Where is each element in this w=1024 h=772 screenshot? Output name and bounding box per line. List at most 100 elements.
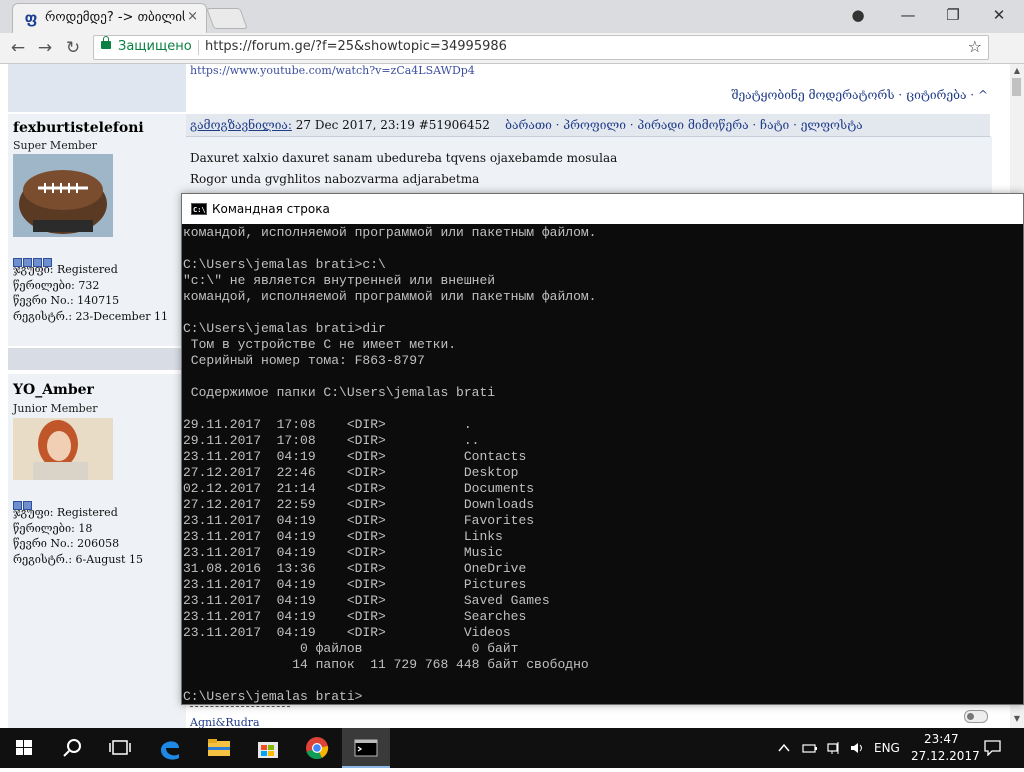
cmd-line: C:\Users\jemalas brati>dir (183, 321, 386, 336)
post-id[interactable]: #51906452 (419, 118, 490, 132)
cmd-icon (354, 739, 378, 757)
language-indicator[interactable]: ENG (874, 741, 900, 755)
tab-forum[interactable]: ფ როდემდე? -> თბილის × (12, 3, 207, 33)
task-view-icon (109, 740, 131, 755)
signature-divider (190, 706, 290, 707)
cmd-line: 23.11.2017 04:19 <DIR> Contacts (183, 449, 527, 464)
store-button[interactable] (244, 728, 292, 768)
prev-post-actions[interactable]: შეატყობინე მოდერატორს · ციტირება · ^ (731, 88, 988, 102)
cmd-line: 27.12.2017 22:59 <DIR> Downloads (183, 497, 535, 512)
taskbar: ENG 23:47 27.12.2017 (0, 728, 1024, 768)
cmd-line: C:\Users\jemalas brati>c:\ (183, 257, 386, 272)
cmd-taskbar-button[interactable] (342, 728, 390, 768)
clock-date[interactable]: 27.12.2017 (911, 749, 980, 763)
cmd-line: 02.12.2017 21:14 <DIR> Documents (183, 481, 535, 496)
browser-toolbar: ← → ↻ Защищено https://forum.ge/?f=25&sh… (0, 33, 1024, 64)
notifications-icon[interactable] (984, 740, 1002, 756)
chrome-icon (306, 737, 329, 760)
cmd-line: 23.11.2017 04:19 <DIR> Videos (183, 625, 511, 640)
youtube-link[interactable]: https://www.youtube.com/watch?v=zCa4LSAW… (190, 64, 475, 77)
cmd-line: 31.08.2016 13:36 <DIR> OneDrive (183, 561, 527, 576)
cmd-window[interactable]: C:\ Командная строка командой, исполняем… (181, 193, 1024, 705)
secure-label: Защищено (118, 39, 192, 54)
edge-icon (161, 741, 179, 760)
volume-icon[interactable] (849, 740, 865, 756)
cmd-line: 0 файлов 0 байт (183, 641, 519, 656)
prev-post-left (8, 64, 186, 112)
new-tab-button[interactable] (206, 8, 248, 29)
profile-icon[interactable]: ● (840, 3, 876, 27)
scroll-down-icon[interactable]: ▼ (1010, 712, 1024, 726)
tab-close-icon[interactable]: × (187, 9, 198, 24)
start-button[interactable] (0, 728, 48, 768)
chevron-up-icon[interactable] (777, 741, 791, 755)
cmd-line: Том в устройстве C не имеет метки. (183, 337, 457, 352)
cmd-line: Серийный номер тома: F863-8797 (183, 353, 425, 368)
battery-icon[interactable] (802, 740, 818, 756)
scroll-thumb[interactable] (1012, 78, 1021, 96)
meta-registered: რეგისტრ.: 23-December 11 (13, 309, 168, 323)
cmd-line: 23.11.2017 04:19 <DIR> Favorites (183, 513, 535, 528)
tab-strip: ფ როდემდე? -> თბილის × ● — ❐ ✕ (0, 0, 1024, 33)
toggle-switch[interactable] (964, 710, 988, 723)
task-view-button[interactable] (96, 728, 144, 768)
cmd-output[interactable]: командой, исполняемой программой или пак… (182, 225, 1023, 704)
meta-posts: წერილები: 732 (13, 278, 100, 292)
cmd-line: C:\Users\jemalas brati> (183, 689, 363, 704)
post-text-line: Daxuret xalxio daxuret sanam ubedureba t… (190, 151, 618, 165)
minimize-button[interactable]: — (890, 3, 926, 27)
cmd-line: 14 папок 11 729 768 448 байт свободно (183, 657, 589, 672)
post-author-meta: ჯგუფი: Registered წერილები: 732 წევრი No… (13, 262, 168, 324)
windows-logo-icon (16, 740, 32, 755)
cmd-line: 29.11.2017 17:08 <DIR> .. (183, 433, 480, 448)
favicon-icon: ფ (24, 9, 38, 27)
search-icon (63, 739, 81, 757)
divider (198, 40, 199, 55)
meta-member-no: წევრი No.: 206058 (13, 537, 120, 550)
url-text[interactable]: https://forum.ge/?f=25&showtopic=3499598… (205, 39, 507, 54)
post-header-text: გამოგზავნილია: 27 Dec 2017, 23:19 #51906… (190, 118, 863, 132)
store-icon (258, 742, 278, 758)
avatar (13, 154, 113, 237)
meta-member-no: წევრი No.: 140715 (13, 294, 120, 307)
post-author-rank: Super Member (13, 139, 97, 152)
cmd-line: командой, исполняемой программой или пак… (183, 225, 597, 240)
post-date-label[interactable]: გამოგზავნილია: (190, 118, 292, 132)
scroll-up-icon[interactable]: ▲ (1010, 64, 1024, 78)
chrome-button[interactable] (293, 728, 341, 768)
post-text-line: Rogor unda gvghlitos nabozvarma adjarabe… (190, 172, 480, 186)
tab-title: როდემდე? -> თბილის (45, 10, 185, 25)
post-footer-bar (8, 348, 186, 370)
cmd-line: 23.11.2017 04:19 <DIR> Saved Games (183, 593, 550, 608)
post-author[interactable]: fexburtistelefoni (13, 120, 144, 136)
cmd-line: 23.11.2017 04:19 <DIR> Music (183, 545, 503, 560)
avatar (13, 418, 113, 480)
cmd-titlebar[interactable]: C:\ Командная строка (182, 194, 1023, 224)
meta-registered: რეგისტრ.: 6-August 15 (13, 552, 143, 566)
post-user-links[interactable]: ბარათი · პროფილი · პირადი მიმოწერა · ჩატ… (505, 118, 863, 132)
file-explorer-button[interactable] (195, 728, 243, 768)
edge-button[interactable] (146, 728, 194, 768)
bookmark-star-icon[interactable]: ☆ (968, 37, 982, 56)
file-explorer-icon (208, 739, 230, 756)
post-author[interactable]: YO_Amber (13, 382, 94, 398)
post-author-meta: ჯგუფი: Registered წერილები: 18 წევრი No.… (13, 505, 143, 567)
cmd-icon: C:\ (191, 203, 207, 215)
meta-group: ჯგუფი: Registered (13, 506, 118, 519)
forward-icon[interactable]: → (33, 36, 57, 60)
search-button[interactable] (48, 728, 96, 768)
cmd-line: 23.11.2017 04:19 <DIR> Searches (183, 609, 527, 624)
cmd-line: Содержимое папки C:\Users\jemalas brati (183, 385, 496, 400)
cmd-line: 23.11.2017 04:19 <DIR> Pictures (183, 577, 527, 592)
restore-button[interactable]: ❐ (935, 3, 971, 27)
close-button[interactable]: ✕ (981, 3, 1017, 27)
back-icon[interactable]: ← (6, 36, 30, 60)
network-icon[interactable] (826, 740, 842, 756)
address-bar[interactable]: Защищено https://forum.ge/?f=25&showtopi… (93, 35, 989, 60)
post-author-rank: Junior Member (13, 402, 98, 415)
clock-time[interactable]: 23:47 (924, 732, 959, 746)
meta-posts: წერილები: 18 (13, 521, 93, 535)
cmd-line: командой, исполняемой программой или пак… (183, 289, 597, 304)
reload-icon[interactable]: ↻ (61, 36, 85, 60)
cmd-line: 27.12.2017 22:46 <DIR> Desktop (183, 465, 519, 480)
